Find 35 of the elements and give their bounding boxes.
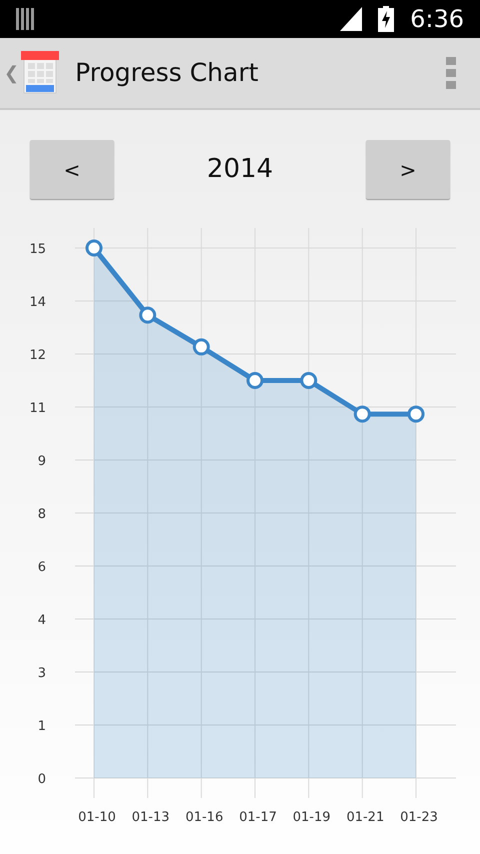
screen-title: Progress Chart bbox=[75, 57, 258, 90]
data-point bbox=[408, 406, 424, 423]
y-axis-label: 12 bbox=[29, 348, 46, 363]
app-icon[interactable] bbox=[21, 51, 60, 95]
y-axis-label: 0 bbox=[38, 772, 46, 787]
overflow-menu-icon[interactable] bbox=[446, 57, 456, 89]
battery-charging-icon bbox=[378, 6, 394, 32]
y-axis-label: 6 bbox=[38, 560, 46, 575]
y-axis-label: 9 bbox=[38, 454, 46, 469]
data-point bbox=[300, 372, 318, 389]
x-axis-label: 01-16 bbox=[185, 810, 224, 825]
x-axis-label: 01-13 bbox=[132, 810, 170, 825]
y-axis-label: 8 bbox=[38, 507, 46, 522]
y-axis-label: 1 bbox=[38, 719, 46, 734]
data-point bbox=[86, 240, 102, 256]
x-axis-label: 01-23 bbox=[400, 810, 438, 825]
x-axis-label: 01-21 bbox=[346, 810, 384, 825]
data-point bbox=[354, 406, 371, 423]
year-label: 2014 bbox=[206, 153, 274, 186]
y-axis-label: 4 bbox=[38, 613, 46, 628]
y-axis-label: 11 bbox=[29, 401, 46, 416]
clock-time: 6:36 bbox=[410, 7, 464, 31]
y-axis-label: 3 bbox=[38, 666, 46, 681]
signal-icon bbox=[340, 7, 362, 31]
data-point bbox=[246, 372, 264, 389]
data-point bbox=[192, 338, 210, 356]
x-axis-label: 01-19 bbox=[292, 810, 331, 825]
next-year-button[interactable]: > bbox=[366, 140, 450, 199]
data-point bbox=[139, 306, 156, 324]
previous-year-button[interactable]: < bbox=[30, 140, 114, 199]
notification-icon bbox=[16, 8, 34, 30]
y-axis-label: 14 bbox=[29, 295, 46, 310]
x-axis-label: 01-10 bbox=[78, 810, 116, 825]
x-axis-label: 01-17 bbox=[239, 810, 277, 825]
y-axis-label: 15 bbox=[29, 242, 46, 257]
